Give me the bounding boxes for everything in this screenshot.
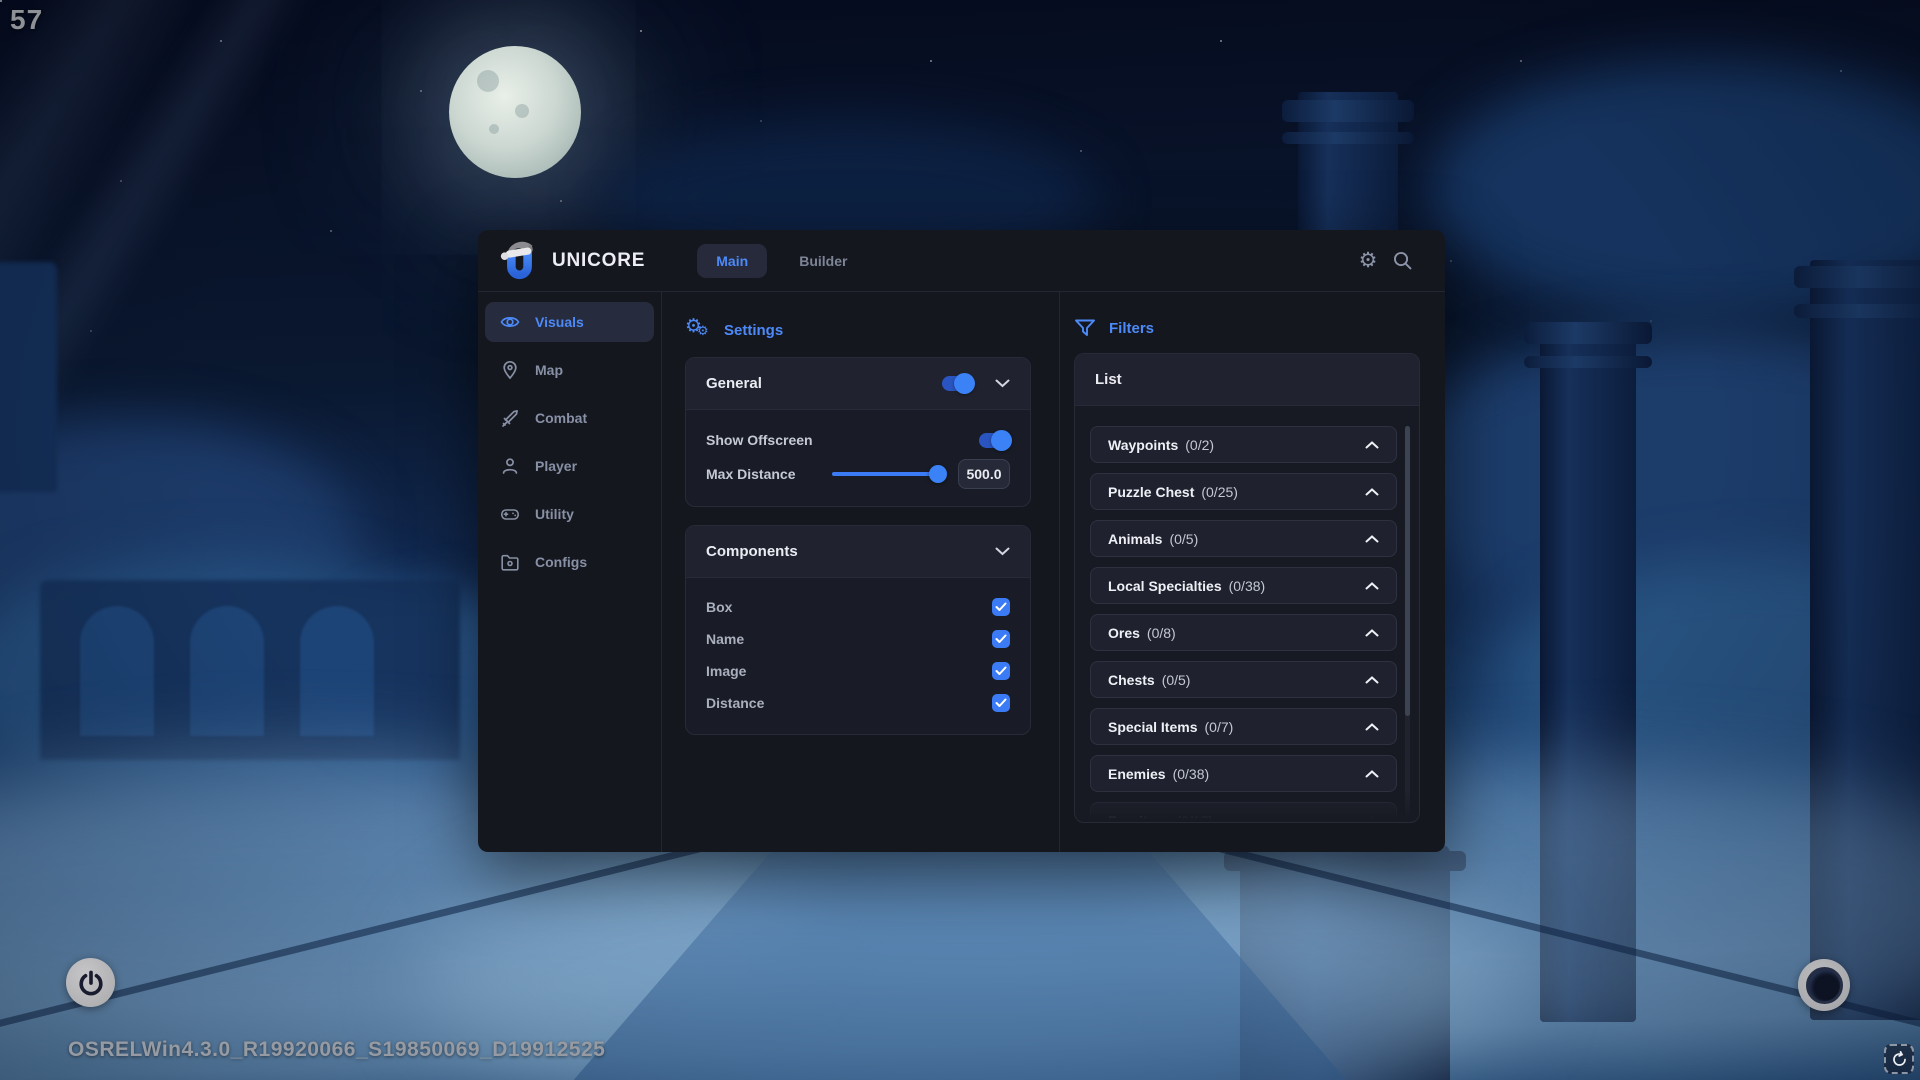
power-button[interactable] [66, 958, 115, 1007]
filter-item-puzzle-chest[interactable]: Puzzle Chest (0/25) [1090, 473, 1397, 510]
chevron-down-icon [995, 379, 1010, 388]
sidebar-item-label: Utility [535, 506, 574, 522]
chevron-up-icon [1365, 441, 1379, 449]
filter-item-special-items[interactable]: Special Items (0/7) [1090, 708, 1397, 745]
tab-main[interactable]: Main [697, 244, 767, 278]
search-icon[interactable] [1385, 244, 1419, 278]
main-nav: Main Builder [697, 244, 865, 278]
sidebar-item-label: Visuals [535, 314, 584, 330]
component-row: Distance [706, 687, 1010, 719]
general-title: General [706, 375, 762, 392]
filter-item-local-specialties[interactable]: Local Specialties (0/38) [1090, 567, 1397, 604]
image-checkbox[interactable] [992, 662, 1010, 680]
map-pin-icon [500, 360, 520, 380]
settings-gear-icon[interactable]: ⚙ [1351, 244, 1385, 278]
gamepad-icon [500, 504, 520, 524]
max-distance-row: Max Distance 500.0 [706, 457, 1010, 491]
double-gear-icon: ⚙⚙ [685, 318, 711, 342]
chevron-up-icon [1365, 676, 1379, 684]
chevron-up-icon [1365, 629, 1379, 637]
overlay-toggle-button[interactable] [1798, 959, 1850, 1011]
filter-item-ores[interactable]: Ores (0/8) [1090, 614, 1397, 651]
show-offscreen-row: Show Offscreen [706, 423, 1010, 457]
filter-funnel-icon [1074, 318, 1096, 338]
filter-list-card: List Waypoints (0/2) Puzzle Chest (0/25) [1074, 353, 1420, 823]
component-row: Name [706, 623, 1010, 655]
distance-checkbox[interactable] [992, 694, 1010, 712]
sidebar-item-visuals[interactable]: Visuals [485, 302, 654, 342]
sidebar-item-label: Player [535, 458, 577, 474]
box-checkbox[interactable] [992, 598, 1010, 616]
general-toggle[interactable] [942, 376, 973, 391]
sidebar-item-label: Map [535, 362, 563, 378]
chevron-up-icon [1365, 582, 1379, 590]
filter-item-chests[interactable]: Chests (0/5) [1090, 661, 1397, 698]
sidebar-item-player[interactable]: Player [485, 446, 654, 486]
sidebar-item-utility[interactable]: Utility [485, 494, 654, 534]
sword-icon [500, 408, 520, 428]
sidebar: Visuals Map Combat [478, 292, 662, 852]
chevron-down-icon [995, 547, 1010, 556]
components-card: Components Box Name [685, 525, 1031, 735]
chevron-up-icon [1365, 535, 1379, 543]
sidebar-item-combat[interactable]: Combat [485, 398, 654, 438]
scrollbar-track[interactable] [1405, 426, 1410, 818]
folder-icon [500, 552, 520, 572]
refresh-icon [1891, 1051, 1908, 1068]
filter-item-partial[interactable]: Furniture (0/17) [1090, 802, 1397, 823]
power-icon [77, 969, 105, 997]
components-section-header[interactable]: Components [686, 526, 1030, 578]
max-distance-value[interactable]: 500.0 [958, 459, 1010, 489]
filter-item-waypoints[interactable]: Waypoints (0/2) [1090, 426, 1397, 463]
settings-panel: ⚙⚙ Settings General Show Offscre [662, 292, 1060, 852]
sidebar-item-label: Configs [535, 554, 587, 570]
chevron-up-icon [1365, 817, 1379, 824]
game-version-text: OSRELWin4.3.0_R19920066_S19850069_D19912… [68, 1038, 605, 1062]
sidebar-item-map[interactable]: Map [485, 350, 654, 390]
show-offscreen-label: Show Offscreen [706, 432, 813, 448]
max-distance-slider[interactable] [832, 472, 944, 476]
sync-status-box[interactable] [1884, 1044, 1914, 1074]
scrollbar-thumb[interactable] [1405, 426, 1410, 716]
filter-item-animals[interactable]: Animals (0/5) [1090, 520, 1397, 557]
settings-title: ⚙⚙ Settings [685, 318, 1031, 342]
person-icon [500, 456, 520, 476]
general-section-header[interactable]: General [686, 358, 1030, 410]
unicore-window: UNICORE Main Builder ⚙ Visuals [478, 230, 1445, 852]
filter-item-enemies[interactable]: Enemies (0/38) [1090, 755, 1397, 792]
list-header: List [1075, 354, 1419, 406]
chevron-up-icon [1365, 770, 1379, 778]
lens-icon [1806, 967, 1843, 1004]
chevron-up-icon [1365, 488, 1379, 496]
brand-title: UNICORE [552, 250, 645, 272]
chevron-up-icon [1365, 723, 1379, 731]
filters-title: Filters [1074, 318, 1420, 338]
slider-thumb[interactable] [929, 465, 947, 483]
filter-scroll-area: Waypoints (0/2) Puzzle Chest (0/25) [1075, 406, 1419, 823]
name-checkbox[interactable] [992, 630, 1010, 648]
tab-builder[interactable]: Builder [781, 244, 865, 278]
fps-counter: 57 [10, 4, 43, 36]
unicore-logo-icon [498, 238, 540, 284]
component-row: Image [706, 655, 1010, 687]
max-distance-label: Max Distance [706, 466, 795, 482]
filters-panel: Filters List Waypoints (0/2) Puzzle Ches… [1060, 292, 1445, 852]
sidebar-item-label: Combat [535, 410, 587, 426]
general-card: General Show Offscreen [685, 357, 1031, 507]
component-row: Box [706, 591, 1010, 623]
show-offscreen-toggle[interactable] [979, 433, 1010, 448]
eye-icon [500, 312, 520, 332]
game-background: 57 OSRELWin4.3.0_R19920066_S19850069_D19… [0, 0, 1920, 1080]
components-title: Components [706, 543, 798, 560]
sidebar-item-configs[interactable]: Configs [485, 542, 654, 582]
window-header: UNICORE Main Builder ⚙ [478, 230, 1445, 292]
